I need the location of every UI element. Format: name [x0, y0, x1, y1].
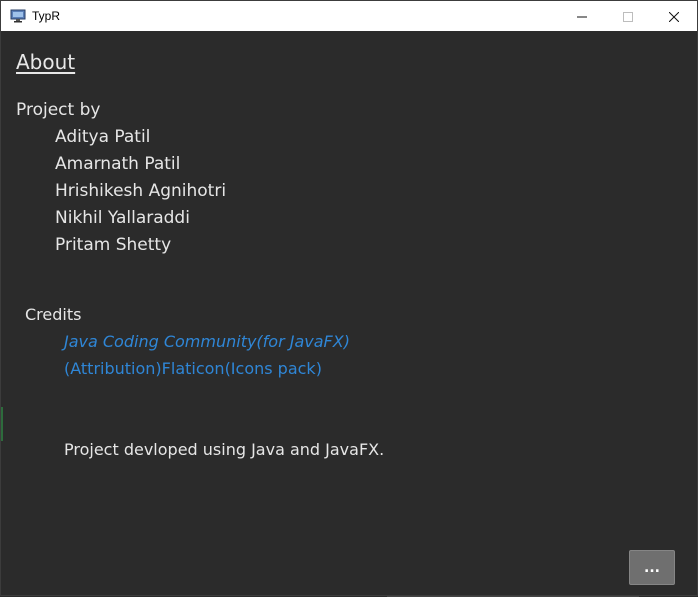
author-name: Amarnath Patil: [55, 154, 181, 174]
maximize-icon: [623, 7, 633, 26]
author-list: Aditya Patil Amarnath Patil Hrishikesh A…: [55, 127, 226, 262]
credit-links: Java Coding Community(for JavaFX) (Attri…: [64, 332, 350, 386]
monitor-icon: [10, 8, 26, 23]
title-bar[interactable]: TypR: [1, 1, 697, 31]
author-name: Aditya Patil: [55, 127, 151, 147]
minimize-button[interactable]: [559, 1, 605, 31]
app-window: TypR About Project by Aditya Patil Amarn…: [0, 0, 698, 597]
credits-label: Credits: [25, 305, 82, 324]
about-content: About Project by Aditya Patil Amarnath P…: [1, 31, 697, 597]
author-name: Nikhil Yallaraddi: [55, 208, 190, 228]
more-options-button[interactable]: ...: [629, 550, 675, 585]
close-icon: [668, 7, 680, 26]
project-description: Project devloped using Java and JavaFX.: [64, 440, 385, 459]
window-title: TypR: [32, 9, 61, 23]
close-button[interactable]: [651, 1, 697, 31]
minimize-icon: [577, 7, 587, 26]
project-by-label: Project by: [16, 100, 101, 120]
about-heading-link[interactable]: About: [16, 50, 75, 74]
author-name: Pritam Shetty: [55, 235, 172, 255]
flaticon-attribution-link[interactable]: (Attribution)Flaticon(Icons pack): [64, 359, 350, 386]
author-name: Hrishikesh Agnihotri: [55, 181, 227, 201]
java-coding-community-link[interactable]: Java Coding Community(for JavaFX): [64, 332, 350, 359]
focus-edge-marker: [1, 407, 3, 441]
maximize-button[interactable]: [605, 1, 651, 31]
